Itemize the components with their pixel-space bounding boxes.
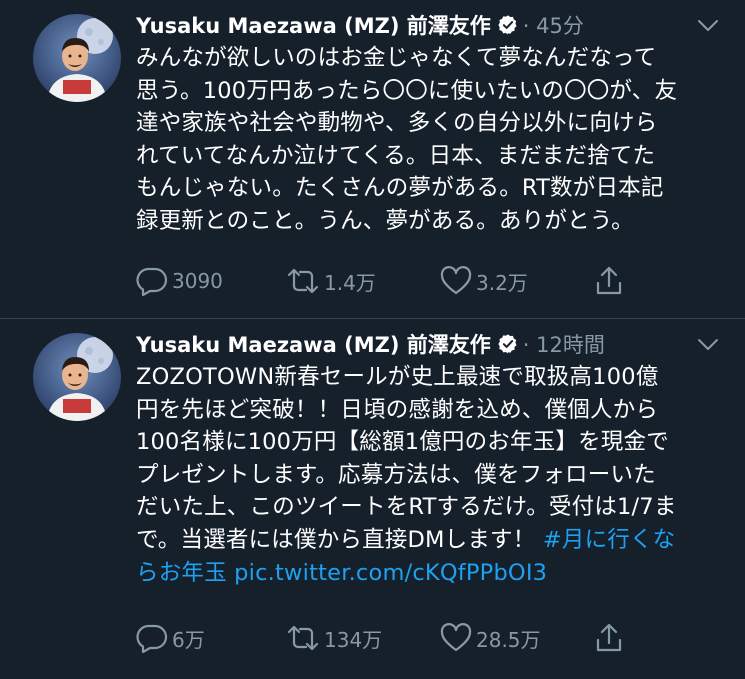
tweet-text-line: 達や家族や社会や動物や、多くの自分以外に向けら [136,110,658,137]
reply-icon [136,267,168,296]
share-button[interactable] [594,621,628,655]
tweet-header: Yusaku Maezawa (MZ) 前澤友作 · 12時間 [136,329,725,359]
reply-count: 6万 [172,627,205,652]
reply-count: 3090 [172,269,223,293]
tweet-text-line: プレゼントします。応募方法は、僕をフォローいた [136,461,656,488]
tweet-text: みんなが欲しいのはお金じゃなくて夢なんだなって 思う。100万円あったら〇〇に使… [136,42,726,238]
display-name[interactable]: Yusaku Maezawa (MZ) 前澤友作 [136,10,491,40]
tweet-text-line: で。当選者には僕から直接DMします！ #月に行くな [136,524,726,557]
media-link[interactable]: pic.twitter.com/cKQfPPbOI3 [234,560,547,586]
share-button[interactable] [594,264,628,298]
tweet[interactable]: Yusaku Maezawa (MZ) 前澤友作 · 45分 みんなが欲しいのは… [0,0,745,318]
hashtag-link[interactable]: #月に行くな [543,527,676,553]
chevron-down-icon[interactable] [697,18,719,32]
like-button[interactable]: 28.5万 [440,621,541,655]
tweet-text-line: 円を先ほど突破！！日頃の感謝を込め、僕個人から [136,396,659,423]
tweet-text: ZOZOTOWN新春セールが史上最速で取扱高100億 円を先ほど突破！！日頃の感… [136,361,726,589]
reply-button[interactable]: 6万 [136,621,205,655]
chevron-down-icon[interactable] [697,337,719,351]
share-icon [596,266,622,295]
avatar[interactable] [33,14,121,102]
tweet-actions: 6万 134万 28.5万 [136,621,656,655]
heart-icon [440,623,472,652]
tweet-text-line: らお年玉 pic.twitter.com/cKQfPPbOI3 [136,557,726,590]
tweet-text-line: みんなが欲しいのはお金じゃなくて夢なんだなって [136,45,657,71]
retweet-icon [287,625,319,651]
verified-badge-icon [497,14,519,36]
display-name[interactable]: Yusaku Maezawa (MZ) 前澤友作 [136,329,491,359]
hashtag-link-continued[interactable]: らお年玉 [136,560,227,586]
tweet-text-line: 思う。100万円あったら〇〇に使いたいの〇〇が、友 [136,77,678,104]
avatar[interactable] [33,333,121,421]
like-count: 3.2万 [476,270,528,295]
verified-badge-icon [497,333,519,355]
retweet-button[interactable]: 1.4万 [286,264,376,298]
tweet-text-line: もんじゃない。たくさんの夢がある。RT数が日本記 [136,175,664,202]
retweet-button[interactable]: 134万 [286,621,382,655]
like-count: 28.5万 [476,627,541,652]
tweet-text-line: 100名様に100万円【総額1億円のお年玉】を現金で [136,429,669,456]
like-button[interactable]: 3.2万 [440,264,528,298]
tweet-text-line: れていてなんか泣けてくる。日本、まだまだ捨てた [136,142,656,169]
tweet-actions: 3090 1.4万 3.2万 [136,264,656,298]
tweet-text-line: だいた上、このツイートをRTするだけ。受付は1/7ま [136,494,677,521]
tweet-text-segment: で。当選者には僕から直接DMします！ [136,526,536,553]
reply-icon [136,624,168,653]
retweet-count: 134万 [324,627,383,652]
tweet-text-line: ZOZOTOWN新春セールが史上最速で取扱高100億 [136,364,659,390]
timestamp[interactable]: · 45分 [523,10,584,40]
retweet-count: 1.4万 [324,270,376,295]
retweet-icon [287,268,319,294]
share-icon [596,623,622,652]
heart-icon [440,266,472,295]
tweet[interactable]: Yusaku Maezawa (MZ) 前澤友作 · 12時間 ZOZOTOWN… [0,319,745,679]
reply-button[interactable]: 3090 [136,264,223,298]
timestamp[interactable]: · 12時間 [523,329,605,359]
tweet-header: Yusaku Maezawa (MZ) 前澤友作 · 45分 [136,10,725,40]
tweet-text-line: 録更新とのこと。うん、夢がある。ありがとう。 [136,207,634,234]
